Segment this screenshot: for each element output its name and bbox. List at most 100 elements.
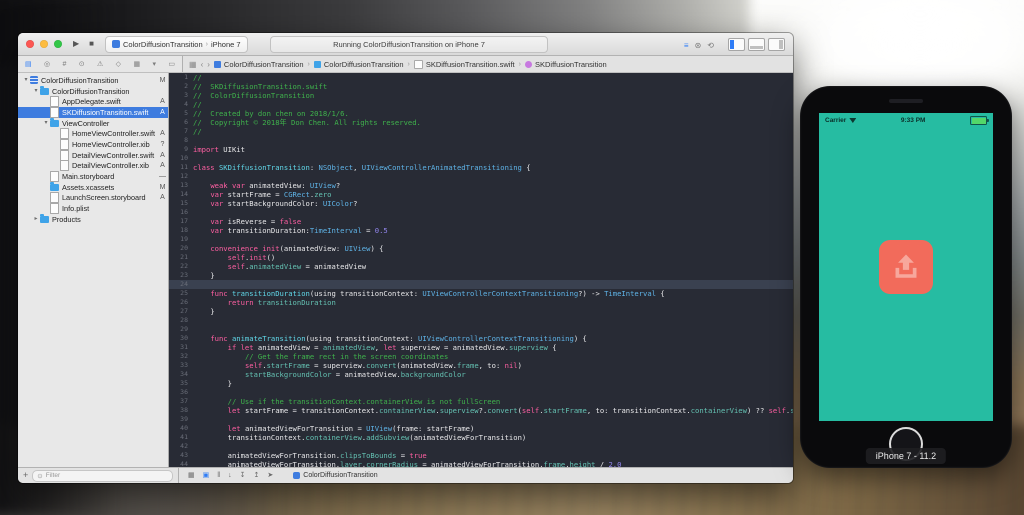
code-line[interactable]: 34 startBackgroundColor = animatedView.b… [169,370,793,379]
iphone-simulator-window[interactable]: Carrier 9:33 PM [800,86,1012,468]
code-line[interactable]: 4 // [169,100,793,109]
code-line[interactable]: 33 self.startFrame = superview.convert(a… [169,361,793,370]
code-line[interactable]: 27 } [169,307,793,316]
related-items-icon[interactable]: ▦ [189,60,197,69]
code-line[interactable]: 13 weak var animatedView: UIView? [169,181,793,190]
stop-button[interactable]: ■ [89,40,94,48]
disclosure-triangle-icon[interactable]: ▸ [32,216,40,222]
code-line[interactable]: 19 [169,235,793,244]
breakpoint-navigator-icon[interactable]: ▾ [152,61,156,68]
code-line[interactable]: 30 func animateTransition(using transiti… [169,334,793,343]
report-navigator-icon[interactable]: ▭ [168,61,175,68]
code-line[interactable]: 7 // [169,127,793,136]
toggle-inspectors-button[interactable] [768,37,785,51]
code-line[interactable]: 28 [169,316,793,325]
minimize-window-button[interactable] [40,40,48,48]
source-editor[interactable]: 1 // 2 // SKDiffusionTransition.swift 3 // Co… [169,73,793,467]
step-out-icon[interactable]: ↥ [254,472,260,479]
scheme-selector[interactable]: ColorDiffusionTransition › iPhone 7 [105,35,248,53]
navigator-item[interactable]: LaunchScreen.storyboard A [18,192,168,204]
code-line[interactable]: 3 // ColorDiffusionTransition [169,91,793,100]
navigator-item[interactable]: Assets.xcassets M [18,182,168,193]
code-line[interactable]: 25 func transitionDuration(using transit… [169,289,793,298]
navigator-item[interactable]: SKDiffusionTransition.swift A [18,106,168,118]
navigator-item[interactable]: DetailViewController.swift A [18,149,168,161]
zoom-window-button[interactable] [54,40,62,48]
jumpbar-item[interactable]: SKDiffusionTransition [524,60,607,69]
code-line[interactable]: 8 [169,136,793,145]
code-line[interactable]: 12 [169,172,793,181]
version-editor-icon[interactable]: ⟲ [707,41,714,50]
code-line[interactable]: 35 } [169,379,793,388]
code-line[interactable]: 2 // SKDiffusionTransition.swift [169,82,793,91]
code-line[interactable]: 14 var startFrame = CGRect.zero [169,190,793,199]
code-line[interactable]: 5 // Created by don chen on 2018/1/6. [169,109,793,118]
code-line[interactable]: 31 if let animatedView = animatedView, l… [169,343,793,352]
navigator-item[interactable]: Info.plist [18,203,168,215]
code-line[interactable]: 16 [169,208,793,217]
jumpbar-item[interactable]: ColorDiffusionTransition [213,60,304,69]
code-line[interactable]: 29 [169,325,793,334]
step-over-icon[interactable]: ↓ [228,472,232,479]
debug-process[interactable]: ColorDiffusionTransition [293,472,378,479]
forward-icon[interactable]: › [207,60,210,69]
code-line[interactable]: 11 class SKDiffusionTransition: NSObject,… [169,163,793,172]
code-line[interactable]: 32 // Get the frame rect in the screen c… [169,352,793,361]
code-line[interactable]: 39 [169,415,793,424]
jumpbar-item[interactable]: ColorDiffusionTransition [313,60,404,69]
navigator-item[interactable]: Main.storyboard — [18,171,168,183]
simulator-screen[interactable]: Carrier 9:33 PM [819,113,993,421]
run-button[interactable]: ▶ [73,40,79,48]
code-line[interactable]: 43 animatedViewForTransition.clipsToBoun… [169,451,793,460]
toggle-debug-button[interactable] [748,37,765,51]
upload-app-icon[interactable] [879,240,933,294]
find-navigator-icon[interactable]: ⊙ [79,61,85,68]
back-icon[interactable]: ‹ [201,60,204,69]
simulate-location-icon[interactable]: ➤ [267,472,273,479]
navigator-item[interactable]: AppDelegate.swift A [18,96,168,108]
code-line[interactable]: 38 let startFrame = transitionContext.co… [169,406,793,415]
breakpoints-toggle-icon[interactable]: ▣ [203,472,210,479]
code-line[interactable]: 42 [169,442,793,451]
assistant-editor-icon[interactable]: ⊛ [695,41,702,50]
code-line[interactable]: 18 var transitionDuration:TimeInterval =… [169,226,793,235]
symbol-navigator-icon[interactable]: # [62,61,66,68]
code-line[interactable]: 22 self.animatedView = animatedView [169,262,793,271]
disclosure-triangle-icon[interactable]: ▾ [32,88,40,94]
navigator-item[interactable]: ▸ Products [18,214,168,225]
code-line[interactable]: 44 animatedViewForTransition.layer.corne… [169,460,793,467]
code-line[interactable]: 36 [169,388,793,397]
standard-editor-icon[interactable]: ≡ [684,41,689,50]
code-line[interactable]: 10 [169,154,793,163]
code-line[interactable]: 17 var isReverse = false [169,217,793,226]
navigator-item[interactable]: HomeViewController.xib? [18,138,168,150]
code-line[interactable]: 15 var startBackgroundColor: UIColor? [169,199,793,208]
close-window-button[interactable] [26,40,34,48]
jumpbar-item[interactable]: SKDiffusionTransition.swift [413,59,515,69]
hide-debug-area-icon[interactable]: ▦ [188,472,195,479]
disclosure-triangle-icon[interactable]: ▾ [42,120,50,126]
toggle-navigator-button[interactable] [728,37,745,51]
code-line[interactable]: 41 transitionContext.containerView.addSu… [169,433,793,442]
disclosure-triangle-icon[interactable]: ▾ [22,77,30,83]
pause-icon[interactable]: ‖ [217,472,220,479]
source-control-navigator-icon[interactable]: ◎ [44,61,50,68]
navigator-item[interactable]: ▾ ColorDiffusionTransition M [18,75,168,86]
code-line[interactable]: 23 } [169,271,793,280]
code-line[interactable]: 24 [169,280,793,289]
step-into-icon[interactable]: ↧ [240,472,246,479]
code-line[interactable]: 21 self.init() [169,253,793,262]
code-line[interactable]: 37 // Use if the transitionContext.conta… [169,397,793,406]
code-line[interactable]: 26 return transitionDuration [169,298,793,307]
test-navigator-icon[interactable]: ◇ [116,61,121,68]
code-line[interactable]: 40 let animatedViewForTransition = UIVie… [169,424,793,433]
issue-navigator-icon[interactable]: ⚠ [97,61,103,68]
code-line[interactable]: 9 import UIKit [169,145,793,154]
code-line[interactable]: 6 // Copyright © 2018年 Don Chen. All righ… [169,118,793,127]
navigator-item[interactable]: HomeViewController.swift A [18,128,168,140]
code-line[interactable]: 20 convenience init(animatedView: UIView… [169,244,793,253]
navigator-item[interactable]: ▾ ColorDiffusionTransition [18,86,168,97]
navigator-item[interactable]: DetailViewController.xib A [18,160,168,172]
debug-navigator-icon[interactable]: ▦ [133,61,140,68]
code-line[interactable]: 1 // [169,73,793,82]
